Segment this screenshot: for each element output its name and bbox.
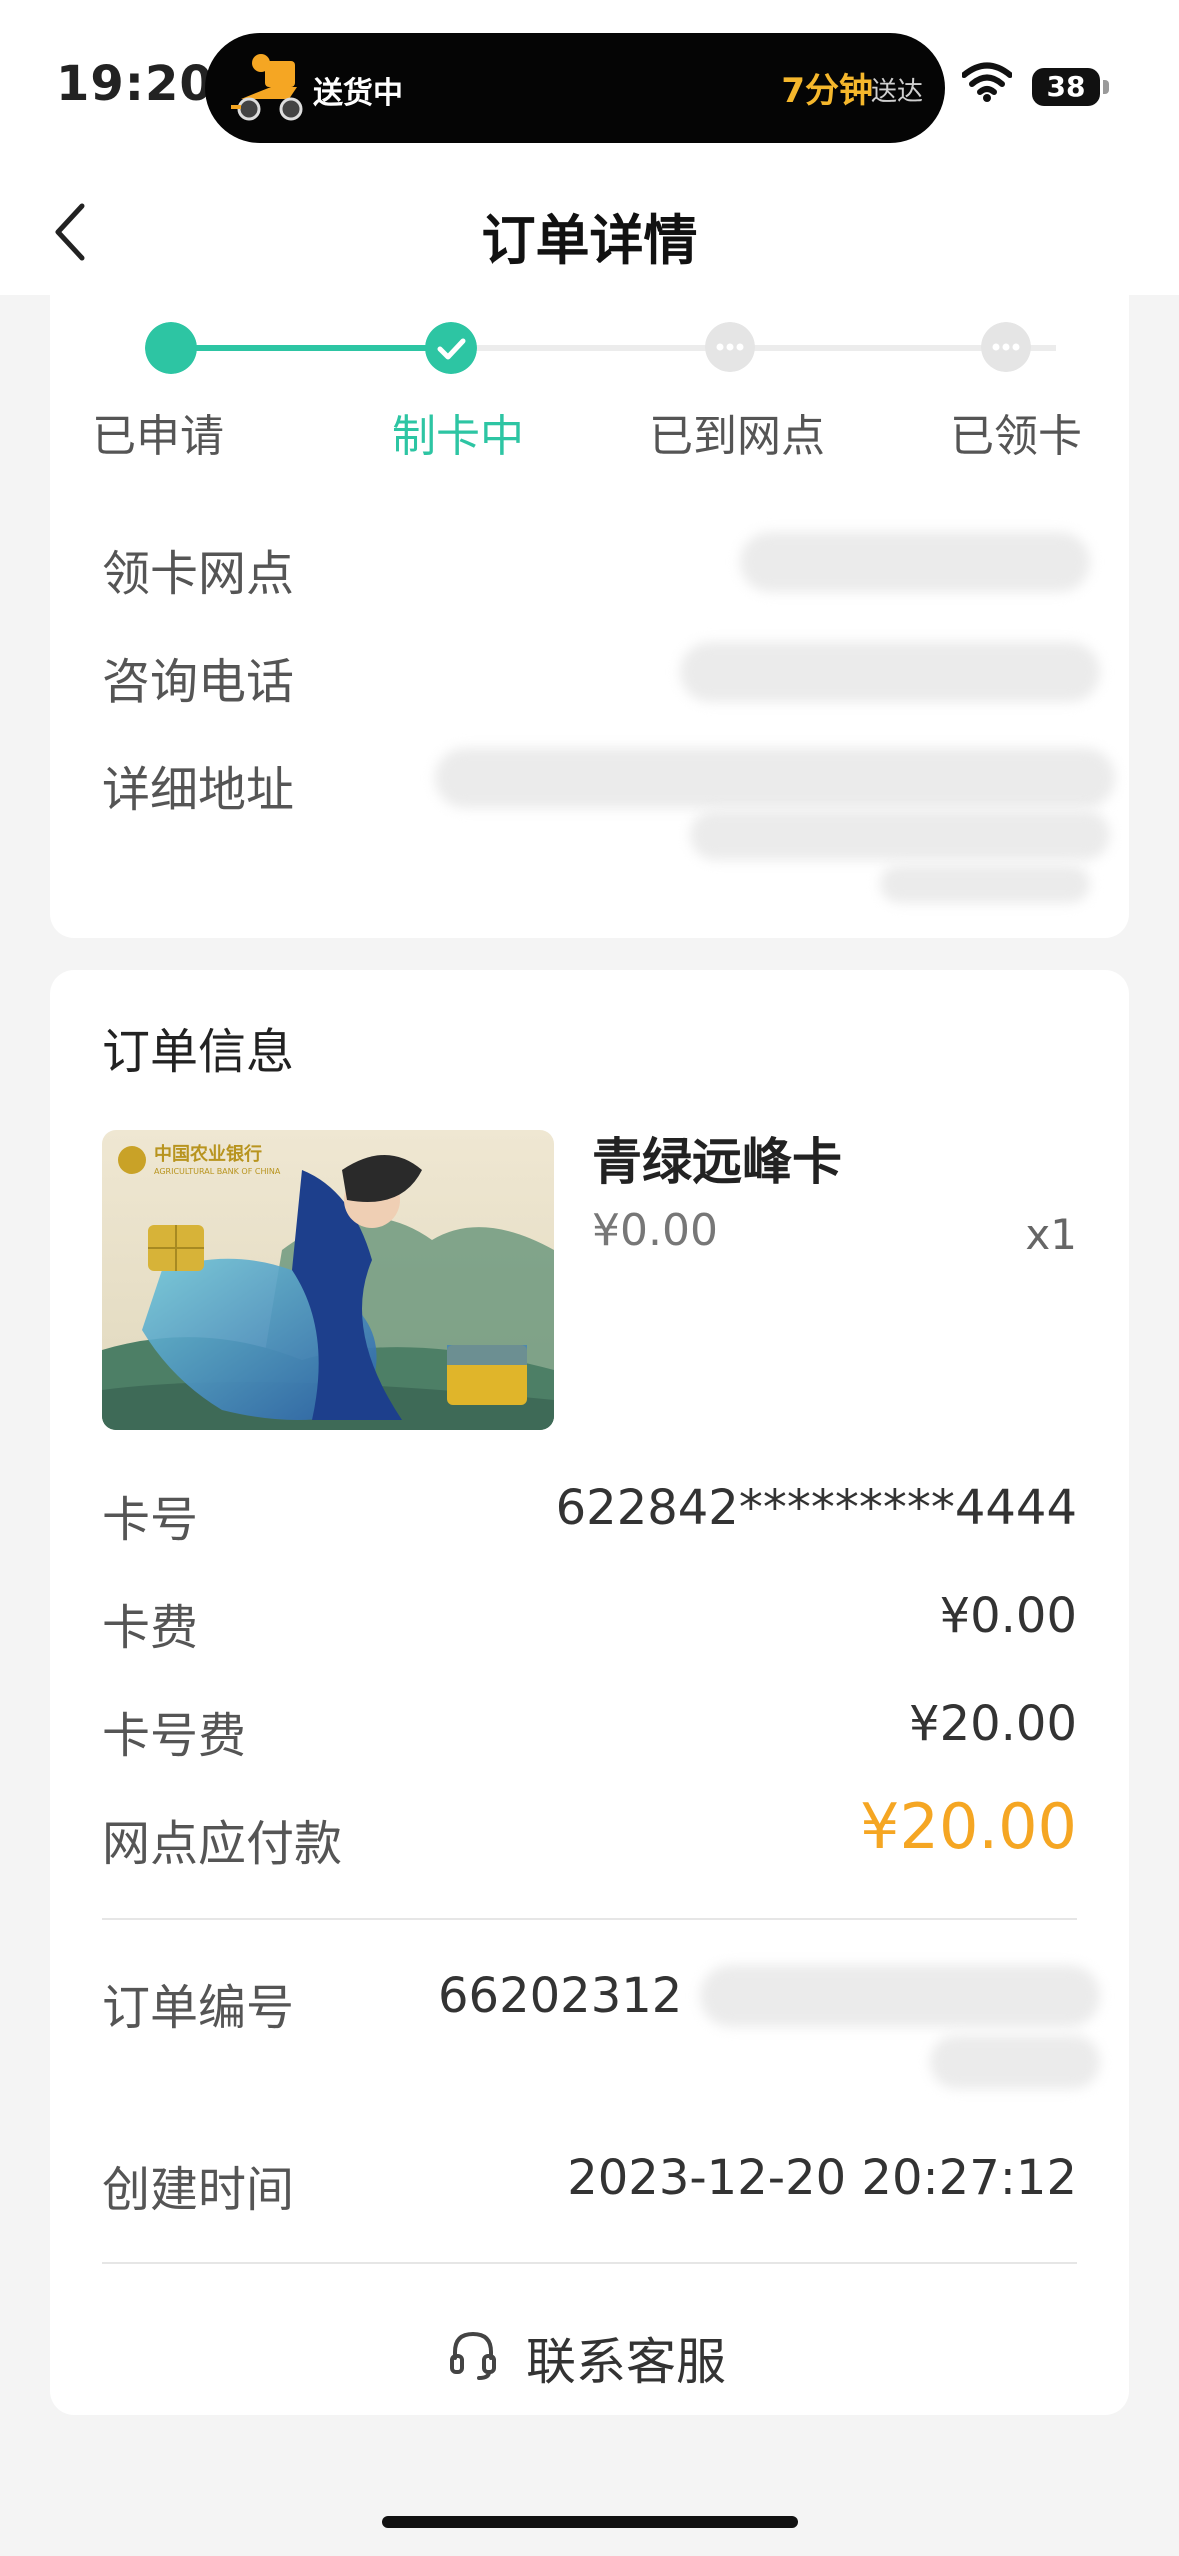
contact-support-button[interactable]: 联系客服 <box>50 2310 1129 2400</box>
dynamic-island-delivery[interactable]: 送货中 7分钟 送达 <box>205 33 945 143</box>
order-number-label: 订单编号 <box>102 1980 295 2036</box>
product-price: ¥0.00 <box>592 1205 718 1256</box>
order-section-title: 订单信息 <box>102 1024 295 1080</box>
step-label-arrived: 已到网点 <box>649 411 825 462</box>
progress-card: 已申请 制卡中 已到网点 已领卡 领卡网点 咨询电话 详细地址 <box>50 270 1129 938</box>
divider <box>102 1918 1077 1920</box>
step-pending-dots-icon <box>981 322 1031 372</box>
product-quantity: x1 <box>1025 1210 1077 1259</box>
step-pending-dots-icon <box>705 322 755 372</box>
status-time: 19:20 <box>56 56 214 112</box>
step-label-collected: 已领卡 <box>950 411 1082 462</box>
redacted-address <box>435 748 1115 808</box>
created-time-value: 2023-12-20 20:27:12 <box>567 2150 1077 2206</box>
amount-due-value: ¥20.00 <box>860 1790 1077 1863</box>
redacted-phone <box>680 642 1100 702</box>
delivery-eta: 7分钟 <box>781 71 873 111</box>
delivery-eta-suffix: 送达 <box>870 77 923 107</box>
order-number-value: 66202312 <box>438 1968 683 2024</box>
redacted-order-number <box>700 1965 1100 2027</box>
order-info-card: 订单信息 中国农业银行 AGRICULTURAL BANK OF CHINA 青… <box>50 970 1129 2415</box>
wifi-icon <box>962 62 1012 102</box>
battery-level: 38 <box>1032 68 1100 106</box>
home-indicator[interactable] <box>382 2516 798 2528</box>
redacted-branch <box>740 532 1090 592</box>
redacted-address <box>690 810 1110 860</box>
number-fee-label: 卡号费 <box>102 1708 247 1764</box>
step-label-making: 制卡中 <box>392 411 524 462</box>
contact-support-label: 联系客服 <box>526 2333 726 2391</box>
number-fee-value: ¥20.00 <box>909 1696 1077 1752</box>
address-label: 详细地址 <box>102 762 295 818</box>
bank-name-cn: 中国农业银行 <box>154 1143 262 1165</box>
phone-label: 咨询电话 <box>102 654 295 710</box>
amount-due-label: 网点应付款 <box>102 1816 343 1872</box>
bank-name-en: AGRICULTURAL BANK OF CHINA <box>154 1167 281 1176</box>
created-time-label: 创建时间 <box>102 2162 295 2218</box>
nav-bar: 订单详情 <box>0 170 1179 295</box>
progress-track-done <box>171 345 451 351</box>
delivery-scooter-icon <box>231 54 303 121</box>
headset-icon <box>450 2331 496 2380</box>
redacted-address <box>880 865 1090 903</box>
card-fee-label: 卡费 <box>102 1600 199 1656</box>
step-dot-applied <box>145 322 197 374</box>
bank-card-art: 中国农业银行 AGRICULTURAL BANK OF CHINA <box>102 1130 554 1430</box>
card-fee-value: ¥0.00 <box>939 1588 1077 1644</box>
card-number-value: 622842*********4444 <box>555 1480 1077 1536</box>
product-name: 青绿远峰卡 <box>592 1133 842 1191</box>
step-check-icon <box>425 322 477 374</box>
card-number-label: 卡号 <box>102 1492 199 1548</box>
page-title: 订单详情 <box>481 209 698 272</box>
bank-card-image: 中国农业银行 AGRICULTURAL BANK OF CHINA <box>102 1130 554 1430</box>
delivery-status-text: 送货中 <box>313 76 403 111</box>
branch-label: 领卡网点 <box>102 546 295 602</box>
divider <box>102 2262 1077 2264</box>
battery-cap-icon <box>1103 80 1109 94</box>
status-bar: 19:20 送货中 7分钟 送达 38 <box>0 0 1179 170</box>
redacted-order-number <box>930 2035 1100 2089</box>
step-label-applied: 已申请 <box>92 411 224 462</box>
